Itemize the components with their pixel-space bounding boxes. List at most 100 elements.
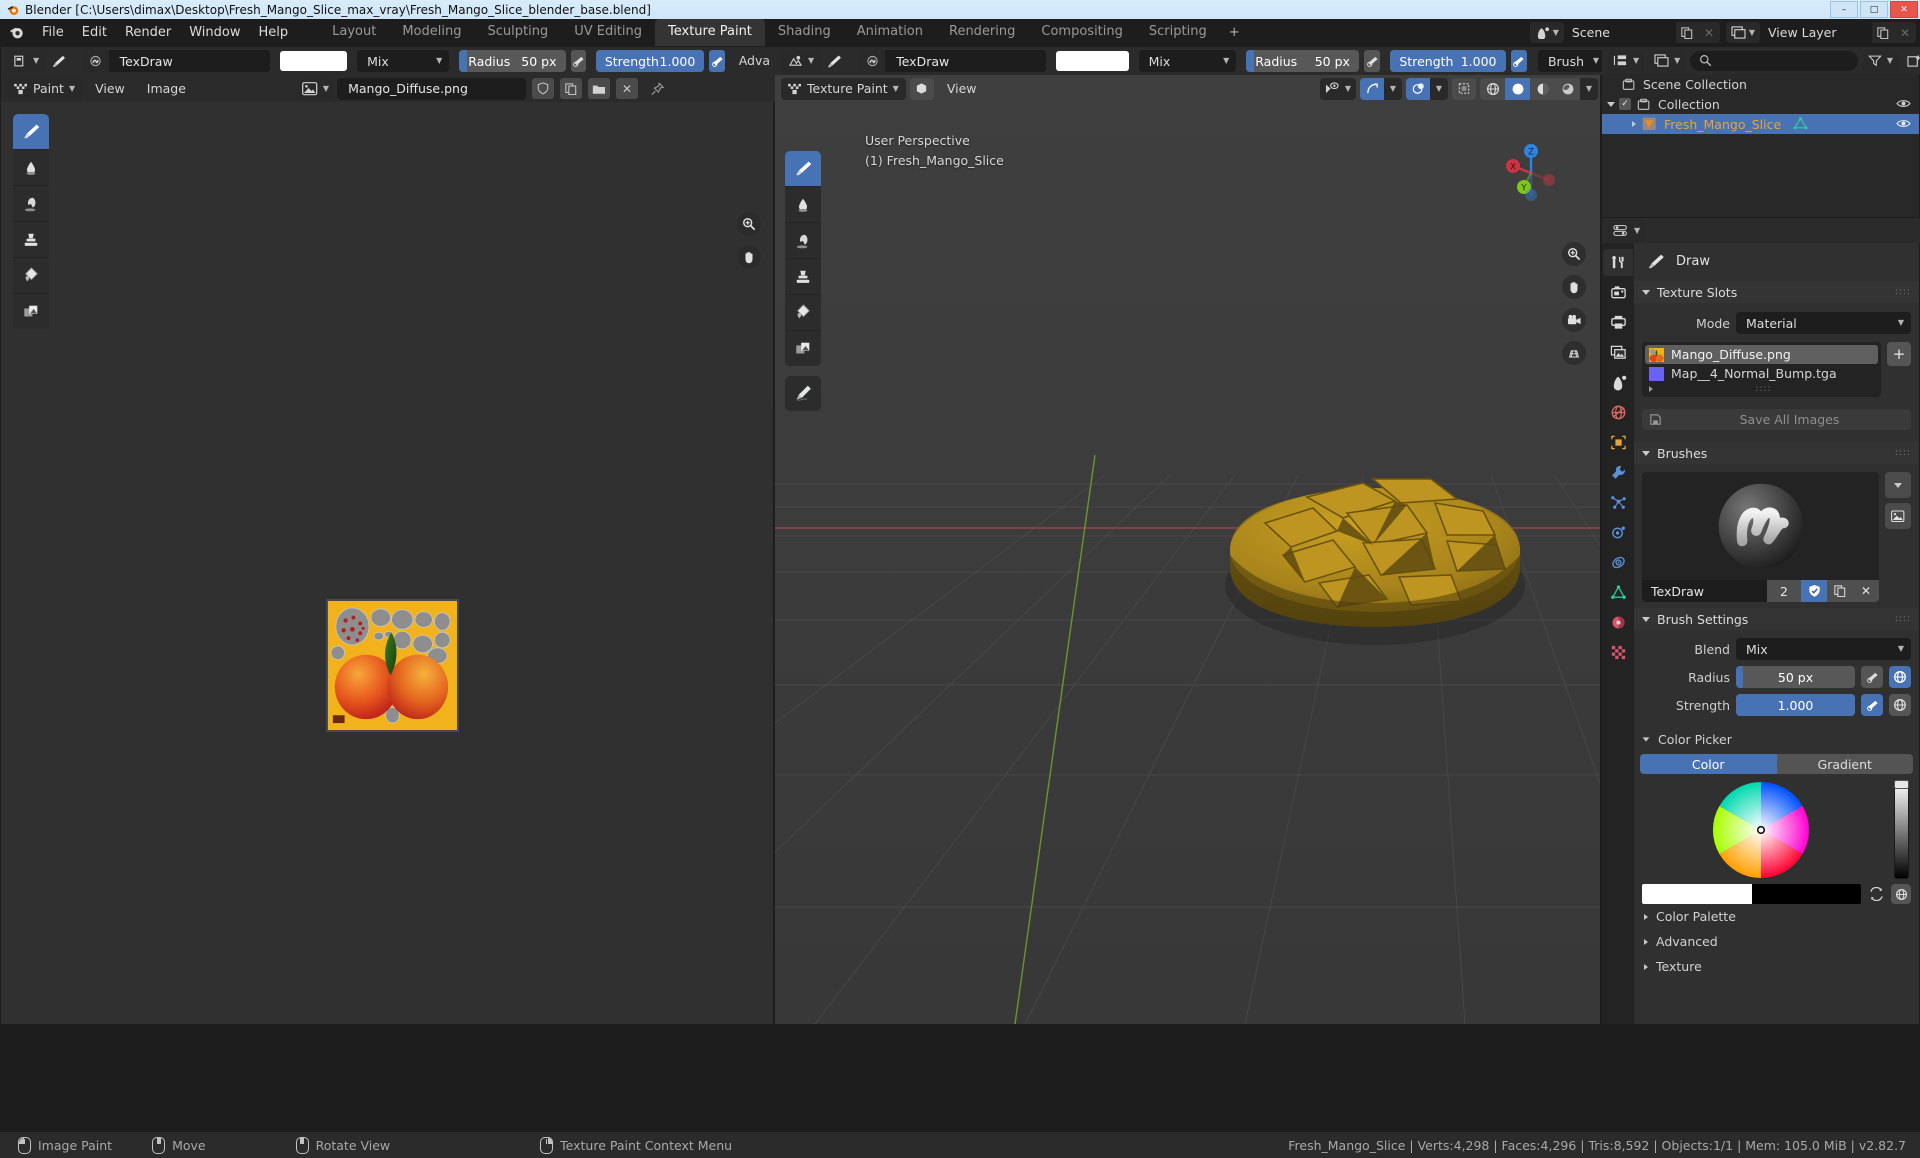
ie-image-browse-button[interactable]: ▼ (297, 77, 334, 100)
outliner-disclosure-object[interactable] (1602, 121, 1642, 127)
view-layer-name-field[interactable]: View Layer (1760, 22, 1872, 43)
workspace-tab-add[interactable]: + (1220, 20, 1249, 46)
vp-gizmo-dropdown[interactable]: ▼ (1384, 77, 1402, 100)
outliner-filter-button[interactable]: ▼ (1862, 49, 1898, 72)
save-all-images-button[interactable]: Save All Images (1642, 409, 1911, 430)
brush-name-field[interactable]: TexDraw (1642, 580, 1767, 602)
ie-new-image-button[interactable] (560, 78, 583, 99)
workspace-tab-rendering[interactable]: Rendering (936, 19, 1028, 46)
ie-tool-draw[interactable] (13, 114, 49, 150)
properties-tab-data[interactable] (1603, 579, 1633, 606)
texture-slot-row-0[interactable]: Mango_Diffuse.png (1645, 345, 1878, 364)
outliner-eye-collection[interactable] (1896, 97, 1911, 112)
vp-shading-solid[interactable] (1505, 77, 1530, 100)
brush-blend-dropdown[interactable]: Mix ▼ (1736, 638, 1911, 660)
menu-window[interactable]: Window (180, 22, 249, 43)
new-scene-button[interactable] (1675, 22, 1698, 43)
color-picker-tab-color[interactable]: Color (1640, 754, 1777, 774)
outliner-row-fresh-mango-slice[interactable]: Fresh_Mango_Slice (1602, 114, 1919, 134)
ie-blend-mode-dropdown[interactable]: Mix ▼ (357, 50, 450, 72)
ie-brush-name-field[interactable]: TexDraw (108, 50, 270, 72)
vp-strength-slider[interactable]: Strength 1.000 (1390, 50, 1506, 72)
vp-shading-dropdown[interactable]: ▼ (1580, 77, 1598, 100)
ie-pan-gizmo[interactable] (737, 245, 761, 269)
workspace-tab-uv-editing[interactable]: UV Editing (561, 19, 655, 46)
panel-header-brush-settings[interactable]: Brush Settings :::: (1634, 608, 1919, 630)
close-button[interactable]: ✕ (1890, 1, 1918, 18)
workspace-tab-compositing[interactable]: Compositing (1028, 19, 1136, 46)
ie-unlink-image-button[interactable]: ✕ (616, 78, 639, 99)
vp-radius-slider[interactable]: Radius 50 px (1246, 50, 1359, 72)
minimize-button[interactable]: – (1830, 1, 1858, 18)
scene-browse-button[interactable]: ▼ (1529, 22, 1564, 43)
panel-header-texture-slots[interactable]: Texture Slots :::: (1634, 281, 1919, 303)
vp-brush-browse-button[interactable] (859, 50, 886, 72)
ie-advanced-button[interactable]: Adva (730, 50, 779, 72)
ie-strength-slider[interactable]: Strength 1.000 (595, 50, 705, 72)
color-value-slider[interactable] (1894, 780, 1909, 879)
ie-menu-view[interactable]: View (86, 78, 134, 100)
remove-scene-button[interactable]: ✕ (1697, 22, 1720, 43)
ie-tool-fill[interactable] (13, 258, 49, 294)
ie-brush-preset-button[interactable]: ▼ (7, 50, 47, 72)
properties-editor-type-dropdown[interactable]: ▼ (1608, 219, 1646, 242)
brush-browse-button[interactable] (1885, 472, 1911, 498)
vp-pan-gizmo[interactable] (1562, 275, 1586, 299)
outliner-new-collection-button[interactable] (1903, 50, 1920, 71)
vp-xray-toggle[interactable] (1452, 77, 1476, 100)
vp-object-pin-button[interactable] (909, 77, 934, 100)
ie-zoom-gizmo[interactable] (737, 212, 761, 236)
ie-tool-mask[interactable] (13, 294, 49, 329)
brush-radius-unified-button[interactable] (1889, 666, 1911, 688)
ie-fake-user-button[interactable] (532, 78, 555, 99)
brush-fake-user-button[interactable] (1801, 580, 1827, 602)
brush-unlink-button[interactable]: ✕ (1853, 580, 1879, 602)
vp-brush-preset-button[interactable]: ▼ (781, 50, 822, 72)
panel-header-texture[interactable]: Texture (1634, 954, 1919, 979)
brush-preview-toggle-button[interactable] (1885, 503, 1911, 529)
texture-slots-add-button[interactable]: + (1887, 342, 1911, 366)
workspace-tab-shading[interactable]: Shading (765, 19, 844, 46)
properties-tab-world[interactable] (1603, 399, 1633, 426)
texture-slots-list-grip[interactable]: :::: (1645, 383, 1878, 394)
menu-render[interactable]: Render (116, 22, 180, 43)
color-unified-button[interactable] (1891, 884, 1911, 904)
scene-name-field[interactable]: Scene (1563, 22, 1676, 43)
menu-help[interactable]: Help (250, 22, 298, 43)
properties-tab-constraints[interactable] (1603, 549, 1633, 576)
secondary-color-swatch[interactable] (1751, 884, 1861, 904)
brush-strength-unified-button[interactable] (1889, 694, 1911, 716)
vp-tool-annotate[interactable] (785, 376, 821, 411)
outliner-row-scene-collection[interactable]: Scene Collection (1602, 74, 1919, 94)
texture-image-preview[interactable] (326, 599, 459, 732)
viewport-canvas[interactable]: User Perspective (1) Fresh_Mango_Slice (775, 75, 1600, 1024)
texture-slots-mode-dropdown[interactable]: Material ▼ (1736, 312, 1911, 334)
outliner-disclosure-collection[interactable] (1602, 101, 1619, 107)
vp-radius-pressure-button[interactable] (1363, 50, 1381, 72)
workspace-tab-sculpting[interactable]: Sculpting (474, 19, 561, 46)
vp-shading-material-preview[interactable] (1530, 78, 1555, 100)
ie-tool-smear[interactable] (13, 186, 49, 222)
vp-strength-pressure-button[interactable] (1510, 50, 1527, 72)
properties-tab-modifiers[interactable] (1603, 459, 1633, 486)
texture-slot-row-1[interactable]: Map__4_Normal_Bump.tga (1645, 364, 1878, 383)
outliner-search-input[interactable] (1690, 50, 1858, 71)
vp-color-swatch[interactable] (1056, 51, 1129, 71)
vp-brush-name-field[interactable]: TexDraw (885, 50, 1047, 72)
maximize-button[interactable]: □ (1860, 1, 1888, 18)
vp-overlays-toggle[interactable] (1406, 77, 1430, 100)
ie-mode-selector[interactable]: Paint ▼ (7, 77, 83, 100)
new-view-layer-button[interactable] (1872, 22, 1894, 43)
brush-strength-slider[interactable]: 1.000 (1736, 694, 1855, 716)
properties-tab-physics[interactable] (1603, 519, 1633, 546)
color-value-slider-handle[interactable] (1894, 780, 1909, 789)
ie-color-swatch[interactable] (279, 51, 348, 71)
properties-tab-view-layer[interactable] (1603, 339, 1633, 366)
workspace-tab-layout[interactable]: Layout (319, 19, 389, 46)
properties-tab-render[interactable] (1603, 279, 1633, 306)
outliner-filter-id-dropdown[interactable]: ▼ (1649, 49, 1686, 72)
vp-falloff-dropdown[interactable]: Brush ▼ (1537, 50, 1606, 72)
vp-zoom-gizmo[interactable] (1562, 242, 1586, 266)
properties-tab-tool[interactable] (1603, 249, 1633, 276)
vp-overlays-dropdown[interactable]: ▼ (1430, 77, 1448, 100)
